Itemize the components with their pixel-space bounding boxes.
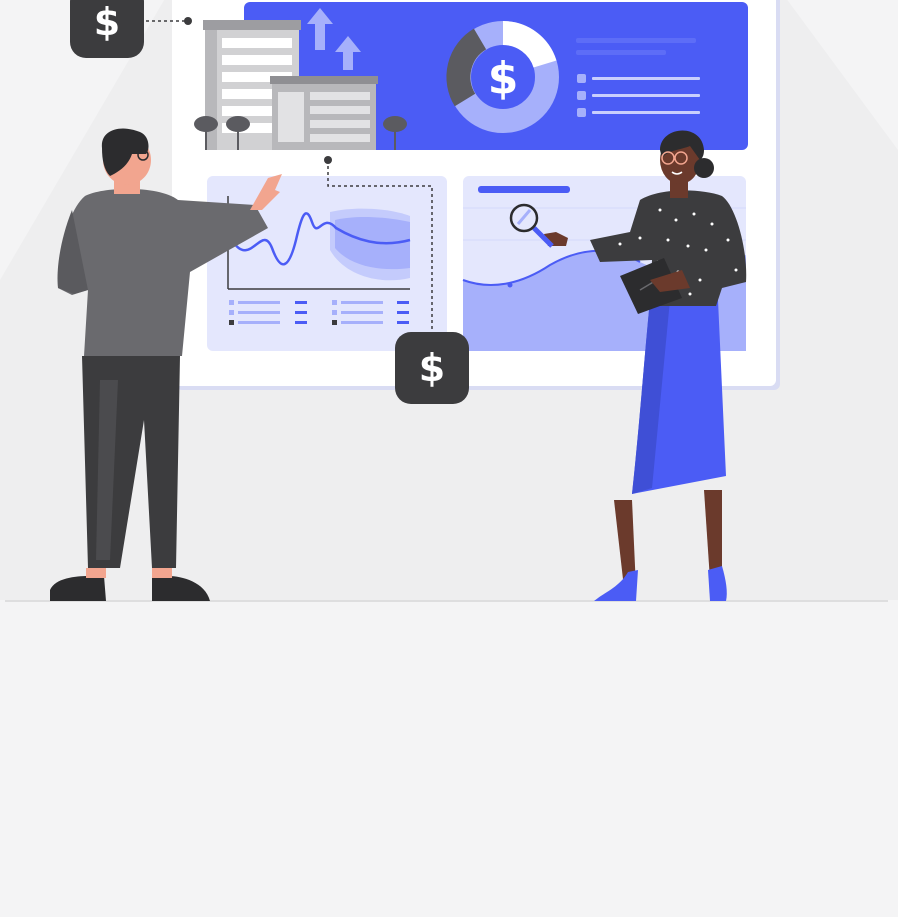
line-chart-panel bbox=[207, 176, 447, 351]
dollar-badge-icon: $ bbox=[70, 0, 144, 58]
background-scene: $ bbox=[0, 0, 898, 602]
dollar-badge-icon: $ bbox=[395, 332, 469, 404]
svg-text:$: $ bbox=[488, 53, 519, 104]
